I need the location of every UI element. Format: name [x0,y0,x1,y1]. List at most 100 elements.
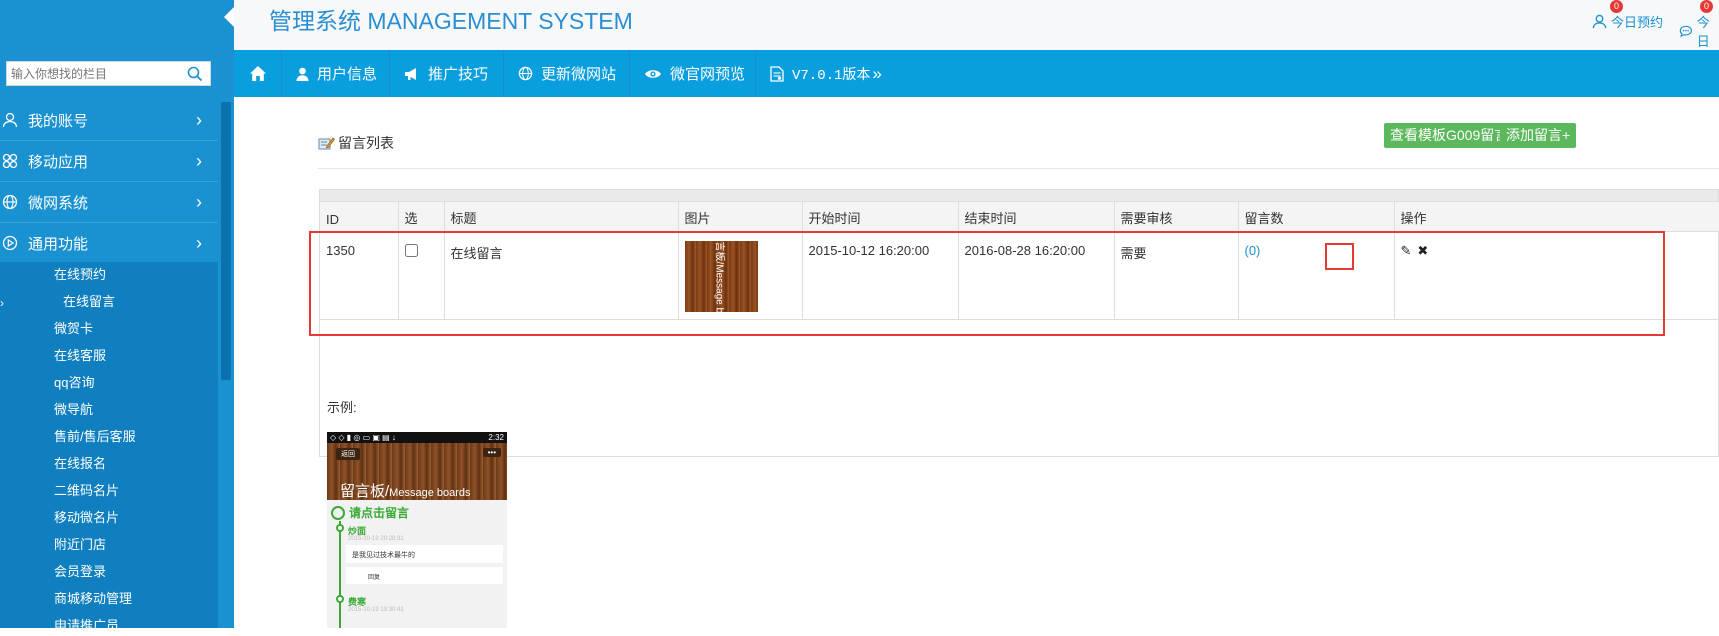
phone-header: 返回 ••• 留言板/Message boards [327,443,507,500]
submenu-item[interactable]: 微贺卡 [54,319,93,339]
main-content: 留言列表 查看模板G009留言 添加留言+ ID 选 标题 图片 开始时间 结束… [234,97,1719,628]
timeline-dot [336,524,344,532]
sidebar-search [6,61,211,86]
submenu-item[interactable]: 会员登录 [54,562,106,582]
sidebar: 我的账号 › 移动应用 › 微网系统 › 通用功能 › › 在线预约 在线留言 … [0,0,237,633]
submenu-item[interactable]: 在线客服 [54,346,106,366]
check-circle-icon [331,505,345,520]
home-icon [249,66,266,81]
submenu-item[interactable]: 在线报名 [54,454,106,474]
today-appointments-label: 今日预约 [1611,15,1664,30]
status-icons: ◇ ◇ ▮ ◎ ▭ ▣ ▤ ↓ [330,433,396,442]
status-time: 2:32 [488,433,504,442]
nav-version[interactable]: V7.0.1版本 » [756,50,896,97]
phone-back-button: 返回 [336,448,360,460]
phone-more-button: ••• [482,448,501,457]
submenu-item[interactable]: 在线预约 [54,265,106,285]
example-preview-image: ◇ ◇ ▮ ◎ ▭ ▣ ▤ ↓ 2:32 返回 ••• 留言板/Message … [327,432,507,628]
table-toolbar [320,190,1718,202]
top-header: 管理系统 MANAGEMENT SYSTEM 今日预约 0 今日 0 [234,0,1719,50]
example-label: 示例: [327,400,357,415]
sidebar-scrollbar-thumb[interactable] [221,102,231,380]
entry-date: 2015-10-19 20:28:31 [348,536,404,542]
chevron-right-icon: › [196,232,202,253]
top-nav: 用户信息 推广技巧 更新微网站 微官网预览 V7.0.1版本 » [234,50,1719,97]
chevron-right-icon: › [196,150,202,171]
table-header-row: ID 选 标题 图片 开始时间 结束时间 需要审核 留言数 操作 [320,202,1719,232]
column-header: ID [320,202,399,232]
column-header: 留言数 [1238,202,1395,232]
nav-update-site[interactable]: 更新微网站 [504,50,630,97]
today-messages-label: 今日 [1696,15,1710,49]
submenu-item[interactable]: 申请推广员 [54,616,119,636]
submenu-item[interactable]: 商城移动管理 [54,589,132,609]
column-header: 选 [398,202,445,232]
nav-site-preview[interactable]: 微官网预览 [630,50,756,97]
phone-cta: 请点击留言 [331,504,409,521]
annotation-highlight-count [1325,243,1354,270]
view-template-button[interactable]: 查看模板G009留言 [1384,123,1515,148]
submenu-item[interactable]: qq咨询 [54,373,94,393]
submenu-item[interactable]: 微导航 [54,400,93,420]
sidebar-item-common-functions[interactable]: 通用功能 › [0,223,218,264]
submenu-item[interactable]: 移动微名片 [54,508,119,528]
nav-label: 用户信息 [317,66,378,83]
today-messages-link[interactable]: 今日 0 [1679,0,1719,50]
sidebar-item-my-account[interactable]: 我的账号 › [0,100,218,141]
search-icon[interactable] [187,66,203,82]
sidebar-search-input[interactable] [7,62,182,85]
sidebar-item-mobile-apps[interactable]: 移动应用 › [0,141,218,182]
nav-label: 推广技巧 [428,66,489,83]
nav-promotion-tips[interactable]: 推广技巧 [390,50,504,97]
chevron-right-icon: › [196,191,202,212]
submenu-item[interactable]: 二维码名片 [54,481,119,501]
eye-icon [645,69,661,78]
play-circle-icon [0,235,28,251]
phone-status-bar: ◇ ◇ ▮ ◎ ▭ ▣ ▤ ↓ 2:32 [327,432,507,443]
page-title-text: 留言列表 [338,135,394,151]
entry-reply: 回复 [346,567,503,584]
page-title: 留言列表 [318,133,394,153]
submenu-item[interactable]: 售前/售后客服 [54,427,136,447]
globe-icon [518,66,533,81]
active-caret-icon: › [0,296,4,310]
column-header: 操作 [1394,202,1719,232]
nav-user-info[interactable]: 用户信息 [282,50,390,97]
nav-home[interactable] [234,50,282,97]
annotation-highlight-row [309,231,1665,336]
chevron-right-icon: › [196,109,202,130]
user-icon [0,112,28,128]
chat-bubble-icon [1679,25,1692,37]
nav-label: 更新微网站 [541,66,617,83]
phone-timeline [339,521,341,628]
submenu-item-active[interactable]: 在线留言 [63,292,115,312]
sidebar-item-label: 移动应用 [28,153,89,171]
sidebar-item-label: 通用功能 [28,235,89,253]
add-message-button[interactable]: 添加留言+ [1500,123,1577,148]
nav-label: V7.0.1版本 [792,67,871,84]
double-chevron-right-icon[interactable]: » [872,64,881,84]
sidebar-item-label: 微网系统 [28,194,89,212]
submenu-item[interactable]: 附近门店 [54,535,106,555]
column-header: 开始时间 [802,202,959,232]
phone-title-en: Message boards [389,487,471,499]
entry-date: 2015-10-19 19:30:41 [348,607,404,613]
document-icon [770,65,784,82]
megaphone-icon [405,67,416,80]
globe-icon [0,194,28,210]
notification-badge: 0 [1700,0,1713,13]
timeline-dot [336,595,344,603]
notification-badge: 0 [1610,0,1623,13]
apps-icon [0,153,28,169]
title-divider [318,168,1719,169]
nav-label: 微官网预览 [670,66,746,83]
sidebar-item-micro-web[interactable]: 微网系统 › [0,182,218,223]
today-appointments-link[interactable]: 今日预约 0 [1592,0,1664,31]
column-header: 标题 [444,202,679,232]
user-icon [1592,14,1607,29]
edit-list-icon [318,137,335,150]
column-header: 结束时间 [958,202,1115,232]
phone-title: 留言板/Message boards [340,480,471,501]
entry-message: 是我见过技术最牛的 [346,545,503,563]
sidebar-item-label: 我的账号 [28,112,89,130]
